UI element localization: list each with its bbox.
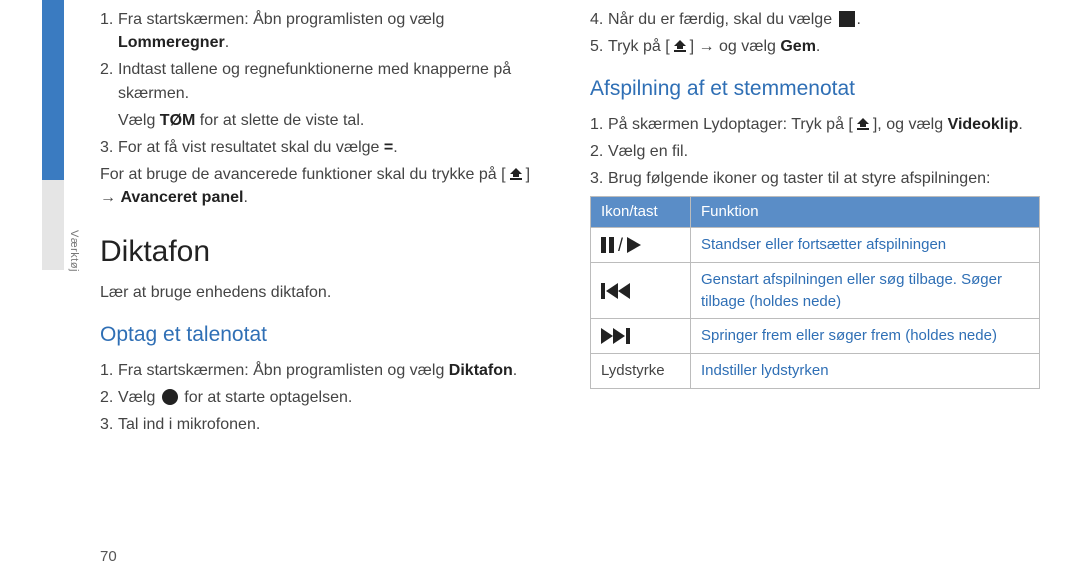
subsection-heading-play: Afspilning af et stemmenotat	[590, 74, 1040, 104]
table-header-icon: Ikon/tast	[591, 197, 691, 228]
step-number: 5.	[590, 35, 608, 58]
table-header-row: Ikon/tast Funktion	[591, 197, 1040, 228]
calc-steps: 1. Fra startskærmen: Åbn programlisten o…	[100, 8, 550, 159]
advanced-note: For at bruge de avancerede funktioner sk…	[100, 163, 550, 209]
step-text: Fra startskærmen: Åbn programlisten og v…	[118, 359, 550, 382]
column-right: 4. Når du er færdig, skal du vælge . 5. …	[590, 8, 1040, 440]
step-text: Tal ind i mikrofonen.	[118, 413, 550, 436]
list-item: 3. For at få vist resultatet skal du væl…	[100, 136, 550, 159]
record-steps: 1. Fra startskærmen: Åbn programlisten o…	[100, 359, 550, 437]
record-icon	[162, 389, 178, 405]
side-tab-gray	[42, 180, 64, 270]
list-item: 2. Vælg en fil.	[590, 140, 1040, 163]
step-number: 1.	[100, 8, 118, 54]
step-text: Fra startskærmen: Åbn programlisten og v…	[118, 8, 550, 54]
step-number: 2.	[100, 58, 118, 104]
table-row: / Standser eller fortsætter afspilningen	[591, 228, 1040, 263]
table-icon-text: Lydstyrke	[591, 354, 691, 389]
list-item: 1. Fra startskærmen: Åbn programlisten o…	[100, 359, 550, 382]
upload-icon	[855, 115, 871, 129]
list-item: 3. Brug følgende ikoner og taster til at…	[590, 167, 1040, 190]
step-number: 3.	[100, 413, 118, 436]
step-number: 2.	[100, 386, 118, 409]
step-number: 1.	[100, 359, 118, 382]
svg-text:/: /	[618, 237, 623, 253]
upload-icon	[672, 37, 688, 51]
list-item: 3. Tal ind i mikrofonen.	[100, 413, 550, 436]
function-table: Ikon/tast Funktion / Standser eller fort…	[590, 196, 1040, 389]
table-function: Standser eller fortsætter afspilningen	[691, 228, 1040, 263]
subsection-heading-record: Optag et talenotat	[100, 320, 550, 350]
list-item: 1. Fra startskærmen: Åbn programlisten o…	[100, 8, 550, 54]
side-tab-blue	[42, 0, 64, 180]
column-left: 1. Fra startskærmen: Åbn programlisten o…	[100, 8, 550, 440]
side-label: Værktøj	[68, 230, 80, 272]
step-text: Når du er færdig, skal du vælge .	[608, 8, 1040, 31]
list-item: 2. Vælg for at starte optagelsen.	[100, 386, 550, 409]
step-number: 1.	[590, 113, 608, 136]
play-steps: 1. På skærmen Lydoptager: Tryk på [], og…	[590, 113, 1040, 191]
step-text: Tryk på [] → og vælg Gem.	[608, 35, 1040, 58]
page-number: 70	[100, 548, 117, 565]
step-text: Brug følgende ikoner og taster til at st…	[608, 167, 1040, 190]
step-number: 3.	[100, 136, 118, 159]
step-number: 4.	[590, 8, 608, 31]
table-row: Lydstyrke Indstiller lydstyrken	[591, 354, 1040, 389]
step-text: På skærmen Lydoptager: Tryk på [], og væ…	[608, 113, 1040, 136]
step-text: Vælg en fil.	[608, 140, 1040, 163]
table-function: Indstiller lydstyrken	[691, 354, 1040, 389]
step-text: Indtast tallene og regnefunktionerne med…	[118, 58, 550, 104]
section-heading-diktafon: Diktafon	[100, 230, 550, 274]
table-header-function: Funktion	[691, 197, 1040, 228]
rewind-icon	[591, 262, 691, 319]
step-text: Vælg for at starte optagelsen.	[118, 386, 550, 409]
list-item: 1. På skærmen Lydoptager: Tryk på [], og…	[590, 113, 1040, 136]
section-intro: Lær at bruge enhedens diktafon.	[100, 281, 550, 304]
forward-icon	[591, 319, 691, 354]
upload-icon	[508, 165, 524, 179]
pause-play-icon: /	[591, 228, 691, 263]
list-item: 5. Tryk på [] → og vælg Gem.	[590, 35, 1040, 58]
step-subtext: Vælg TØM for at slette de viste tal.	[118, 109, 550, 132]
table-function: Springer frem eller søger frem (holdes n…	[691, 319, 1040, 354]
finish-steps: 4. Når du er færdig, skal du vælge . 5. …	[590, 8, 1040, 58]
stop-icon	[839, 11, 855, 27]
step-number: 3.	[590, 167, 608, 190]
list-item: 2. Indtast tallene og regnefunktionerne …	[100, 58, 550, 104]
list-item: 4. Når du er færdig, skal du vælge .	[590, 8, 1040, 31]
table-function: Genstart afspilningen eller søg tilbage.…	[691, 262, 1040, 319]
table-row: Springer frem eller søger frem (holdes n…	[591, 319, 1040, 354]
step-number: 2.	[590, 140, 608, 163]
page-content: 1. Fra startskærmen: Åbn programlisten o…	[100, 8, 1040, 440]
step-text: For at få vist resultatet skal du vælge …	[118, 136, 550, 159]
table-row: Genstart afspilningen eller søg tilbage.…	[591, 262, 1040, 319]
